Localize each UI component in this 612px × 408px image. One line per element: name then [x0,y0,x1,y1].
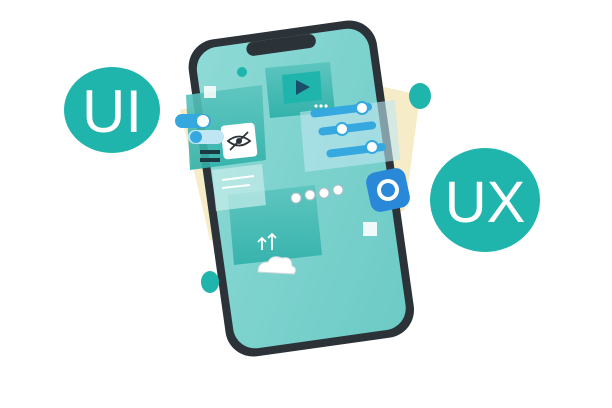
teal-dot-top-right [409,83,431,109]
ux-badge: UX [430,148,540,252]
slider-knob-1[interactable] [355,101,369,115]
ui-badge: UI [64,67,160,153]
slider-knob-3[interactable] [365,140,379,154]
ui-badge-text: UI [82,78,142,145]
slider-knob-2[interactable] [335,122,349,136]
hidden-eye-icon[interactable] [220,122,258,160]
ui-ux-illustration: UI UX [0,0,612,408]
teal-dot-left [201,271,219,293]
small-square [363,222,377,236]
illustration-canvas: UI UX [64,20,540,357]
ux-badge-text: UX [445,170,526,235]
teal-dot-small [237,67,247,77]
slider-panel[interactable] [300,100,400,172]
